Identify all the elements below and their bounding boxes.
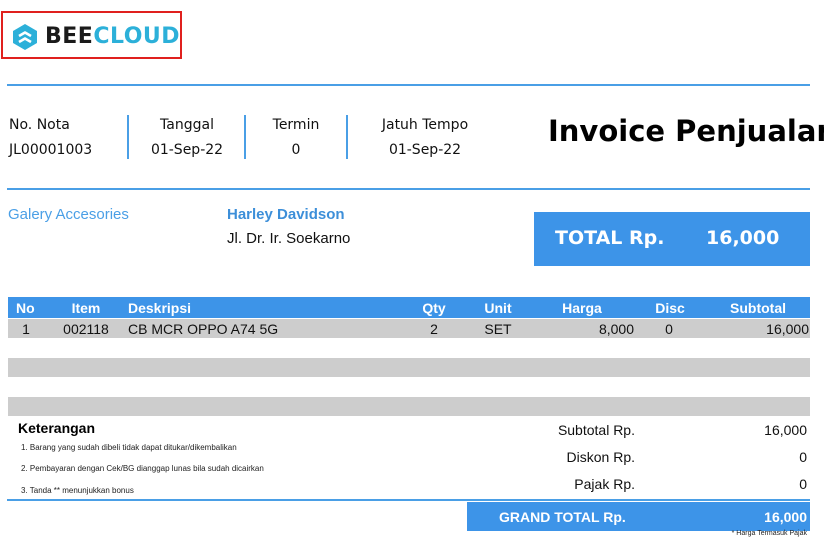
brand-logo: BEECLOUD (1, 11, 182, 59)
subtotal-value: 16,000 (764, 422, 807, 438)
table-row-empty (8, 358, 810, 377)
cell-item: 002118 (63, 321, 109, 337)
customer-address: Jl. Dr. Ir. Soekarno (227, 230, 351, 247)
page-title: Invoice Penjualan (548, 114, 824, 148)
meta-jatuh-tempo: Jatuh Tempo 01-Sep-22 (350, 115, 500, 160)
table-row: 1 002118 CB MCR OPPO A74 5G 2 SET 8,000 … (8, 319, 810, 338)
brand-name: BEECLOUD (45, 23, 180, 51)
diskon-label: Diskon Rp. (566, 449, 635, 465)
col-header-item: Item (71, 300, 101, 316)
subtotal-label: Subtotal Rp. (557, 422, 635, 438)
total-label: TOTAL Rp. (555, 227, 665, 249)
tanggal-label: Tanggal (160, 117, 214, 133)
termin-label: Termin (272, 117, 320, 133)
cell-unit: SET (484, 321, 512, 337)
grand-total-box: GRAND TOTAL Rp. 16,000 (467, 502, 810, 531)
keterangan-note: 2. Pembayaran dengan Cek/BG dianggap lun… (21, 464, 264, 473)
meta-separator (127, 115, 129, 159)
table-header: No Item Deskripsi Qty Unit Harga Disc Su… (8, 297, 810, 318)
keterangan-note: 3. Tanda ** menunjukkan bonus (21, 486, 134, 495)
table-row-empty (8, 397, 810, 416)
meta-divider (7, 188, 810, 190)
pajak-value: 0 (799, 476, 807, 492)
col-header-no: No (16, 300, 35, 316)
summary-divider (7, 499, 810, 501)
jatuh-tempo-value: 01-Sep-22 (388, 142, 462, 158)
col-header-unit: Unit (484, 300, 512, 316)
cell-no: 1 (22, 321, 30, 337)
cell-disc: 0 (665, 321, 673, 337)
total-box: TOTAL Rp. 16,000 (534, 212, 810, 266)
beecloud-logo-icon (13, 24, 37, 50)
cell-subtotal: 16,000 (766, 321, 809, 337)
meta-separator (346, 115, 348, 159)
header-divider (7, 84, 810, 86)
tanggal-value: 01-Sep-22 (150, 142, 224, 158)
brand-name-part2: CLOUD (93, 24, 181, 49)
termin-value: 0 (291, 142, 301, 158)
col-header-disc: Disc (655, 300, 685, 316)
meta-separator (244, 115, 246, 159)
col-header-qty: Qty (422, 300, 446, 316)
diskon-value: 0 (799, 449, 807, 465)
pajak-label: Pajak Rp. (574, 476, 635, 492)
col-header-subtotal: Subtotal (730, 300, 786, 316)
cell-qty: 2 (430, 321, 438, 337)
no-nota-value: JL00001003 (9, 142, 93, 158)
total-value: 16,000 (706, 227, 780, 249)
meta-no-nota: No. Nota JL00001003 (9, 115, 92, 160)
cell-deskripsi: CB MCR OPPO A74 5G (128, 321, 279, 337)
cell-harga: 8,000 (598, 321, 634, 337)
keterangan-title: Keterangan (18, 420, 96, 436)
keterangan-note: 1. Barang yang sudah dibeli tidak dapat … (21, 443, 237, 452)
company-name: Galery Accesories (8, 206, 129, 223)
col-header-deskripsi: Deskripsi (128, 300, 192, 316)
customer-name: Harley Davidson (227, 206, 345, 223)
brand-name-part1: BEE (45, 24, 94, 49)
no-nota-label: No. Nota (9, 117, 70, 133)
grand-total-label: GRAND TOTAL Rp. (499, 509, 626, 525)
jatuh-tempo-label: Jatuh Tempo (381, 117, 469, 133)
meta-termin: Termin 0 (248, 115, 344, 160)
meta-tanggal: Tanggal 01-Sep-22 (132, 115, 242, 160)
col-header-harga: Harga (562, 300, 602, 316)
grand-total-value: 16,000 (764, 509, 807, 525)
tax-footnote: * Harga Termasuk Pajak (731, 530, 807, 537)
